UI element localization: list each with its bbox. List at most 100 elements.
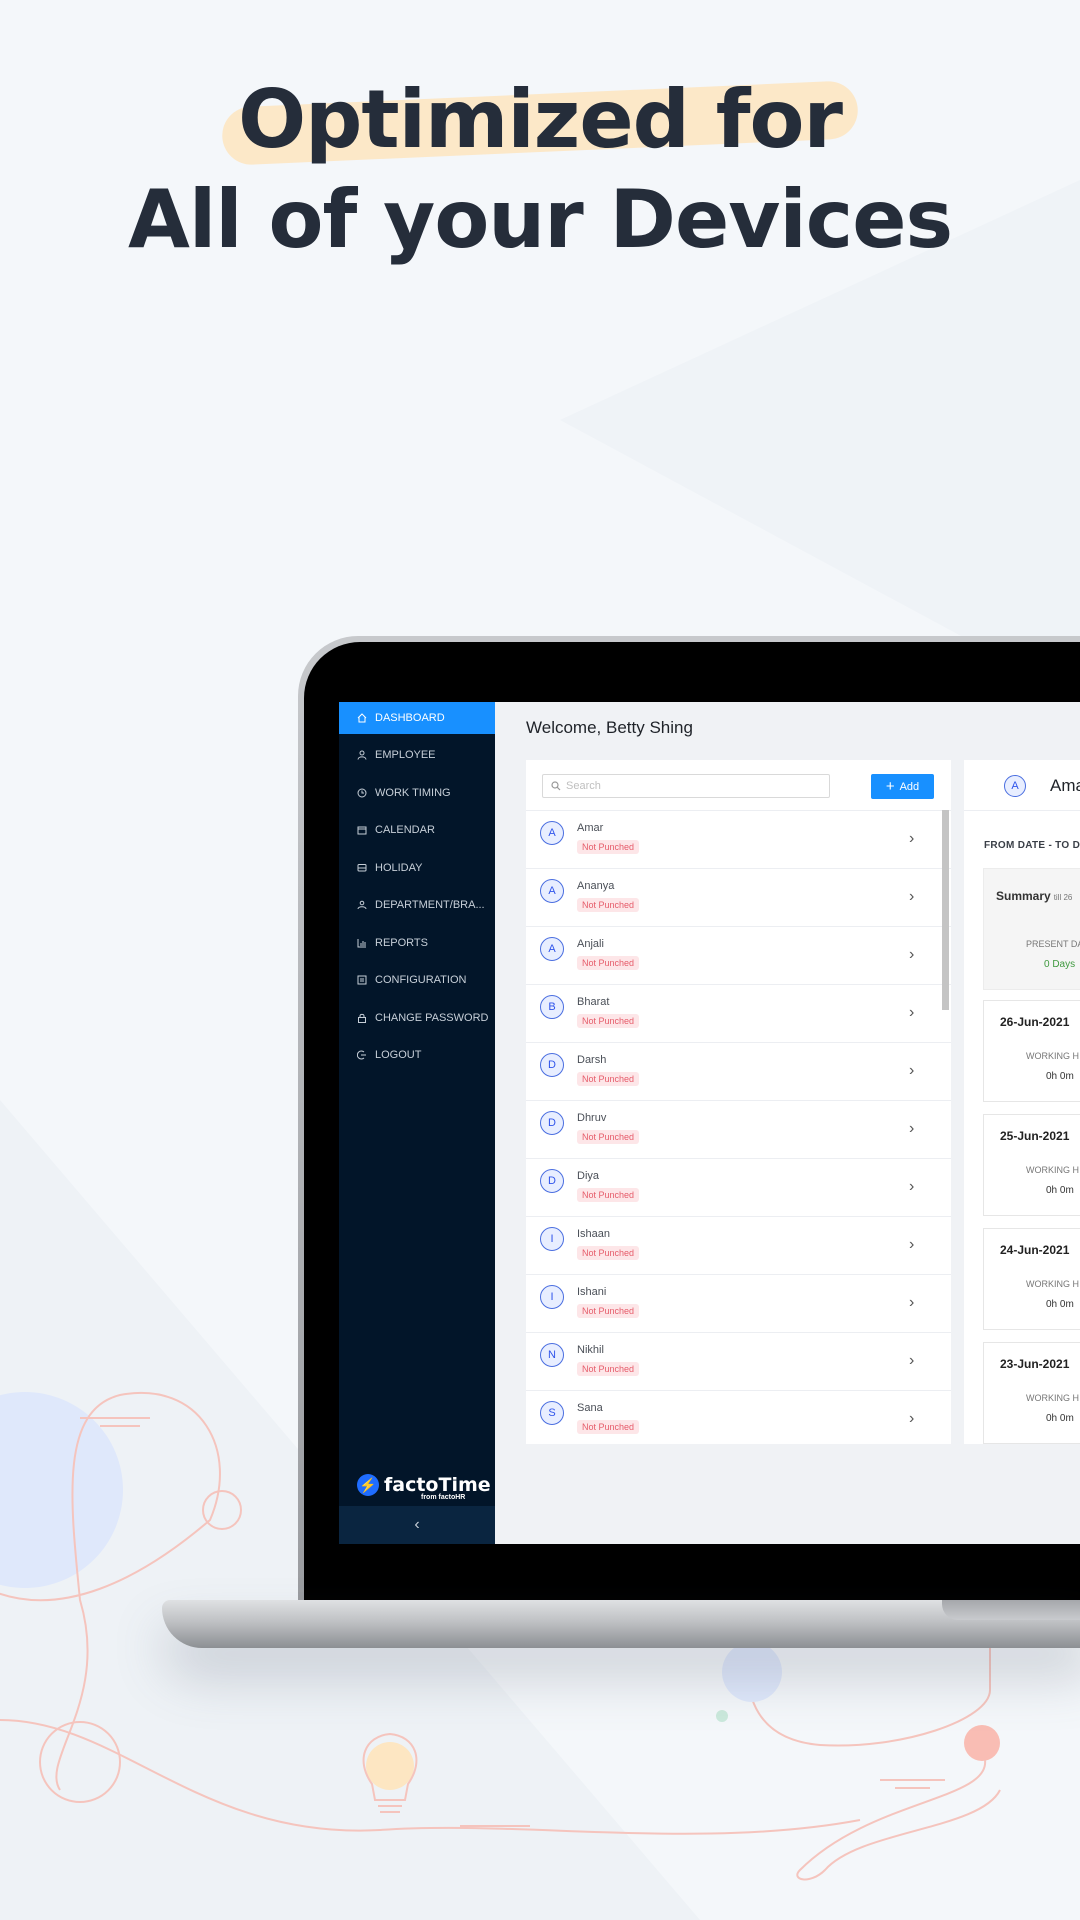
detail-employee-name: Ama bbox=[1050, 776, 1080, 795]
avatar: A bbox=[540, 937, 564, 961]
avatar: S bbox=[540, 1401, 564, 1425]
list-toolbar: Search + Add bbox=[526, 760, 951, 811]
day-card[interactable]: 26-Jun-2021 WORKING H 0h 0m bbox=[983, 1000, 1080, 1102]
brand-name: factoTime bbox=[384, 1474, 491, 1496]
day-card[interactable]: 24-Jun-2021 WORKING H 0h 0m bbox=[983, 1228, 1080, 1330]
brand-subtitle: from factoHR bbox=[421, 1494, 466, 1501]
date-range-label[interactable]: FROM DATE - TO D bbox=[984, 840, 1080, 851]
avatar: B bbox=[540, 995, 564, 1019]
chevron-right-icon[interactable]: › bbox=[909, 1352, 914, 1370]
detail-header: A Ama bbox=[964, 760, 1080, 811]
sidebar-item-change-password[interactable]: CHANGE PASSWORD bbox=[339, 1002, 495, 1034]
employee-name: Dhruv bbox=[577, 1112, 607, 1124]
status-badge: Not Punched bbox=[577, 1072, 640, 1086]
chevron-right-icon[interactable]: › bbox=[909, 1410, 914, 1428]
status-badge: Not Punched bbox=[577, 1130, 640, 1144]
bar-chart-icon bbox=[357, 938, 367, 948]
sidebar-item-employee[interactable]: EMPLOYEE bbox=[339, 739, 495, 771]
chevron-right-icon[interactable]: › bbox=[909, 830, 914, 848]
status-badge: Not Punched bbox=[577, 1014, 640, 1028]
list-item[interactable]: I Ishani Not Punched › bbox=[526, 1275, 951, 1333]
avatar: A bbox=[540, 879, 564, 903]
chevron-right-icon[interactable]: › bbox=[909, 888, 914, 906]
working-hours-value: 0h 0m bbox=[1046, 1413, 1074, 1424]
avatar: A bbox=[540, 821, 564, 845]
sidebar-item-department[interactable]: DEPARTMENT/BRA... bbox=[339, 889, 495, 921]
list-item[interactable]: D Darsh Not Punched › bbox=[526, 1043, 951, 1101]
avatar: D bbox=[540, 1053, 564, 1077]
sidebar-item-work-timing[interactable]: WORK TIMING bbox=[339, 777, 495, 809]
search-input[interactable]: Search bbox=[542, 774, 830, 798]
list-item[interactable]: S Sana Not Punched › bbox=[526, 1391, 951, 1444]
list-item[interactable]: A Anjali Not Punched › bbox=[526, 927, 951, 985]
sidebar-item-configuration[interactable]: CONFIGURATION bbox=[339, 964, 495, 996]
avatar: D bbox=[540, 1169, 564, 1193]
status-badge: Not Punched bbox=[577, 1246, 640, 1260]
sidebar-item-label: LOGOUT bbox=[375, 1049, 422, 1061]
sidebar-item-label: REPORTS bbox=[375, 937, 428, 949]
employee-name: Ishani bbox=[577, 1286, 607, 1298]
status-badge: Not Punched bbox=[577, 1188, 640, 1202]
add-button-label: Add bbox=[899, 780, 920, 793]
employee-name: Bharat bbox=[577, 996, 610, 1008]
summary-card: Summary till 26 PRESENT DA 0 Days bbox=[983, 868, 1080, 990]
logout-icon bbox=[357, 1050, 367, 1060]
laptop-base bbox=[162, 1600, 1080, 1648]
collapse-sidebar-button[interactable]: ‹ bbox=[339, 1506, 495, 1544]
sidebar-item-label: EMPLOYEE bbox=[375, 749, 436, 761]
employee-detail-panel: A Ama FROM DATE - TO D Summarytill 26 PR… bbox=[964, 760, 1080, 1444]
search-icon bbox=[551, 781, 561, 791]
chevron-right-icon[interactable]: › bbox=[909, 1062, 914, 1080]
sidebar-item-label: CALENDAR bbox=[375, 824, 435, 836]
day-card[interactable]: 25-Jun-2021 WORKING H 0h 0m bbox=[983, 1114, 1080, 1216]
list-item[interactable]: D Diya Not Punched › bbox=[526, 1159, 951, 1217]
sidebar-item-label: CHANGE PASSWORD bbox=[375, 1012, 489, 1024]
chevron-right-icon[interactable]: › bbox=[909, 1178, 914, 1196]
scrollbar[interactable] bbox=[942, 810, 949, 1010]
chevron-right-icon[interactable]: › bbox=[909, 1294, 914, 1312]
present-days-label: PRESENT DA bbox=[1026, 939, 1080, 949]
employee-name: Amar bbox=[577, 822, 604, 834]
laptop-base-notch bbox=[942, 1600, 1080, 1620]
sidebar-item-reports[interactable]: REPORTS bbox=[339, 927, 495, 959]
calendar-icon bbox=[357, 825, 367, 835]
employee-list: A Amar Not Punched › A Ananya Not Punched › A Anj… bbox=[526, 811, 951, 1444]
add-employee-button[interactable]: + Add bbox=[871, 774, 934, 799]
list-item[interactable]: B Bharat Not Punched › bbox=[526, 985, 951, 1043]
list-item[interactable]: A Amar Not Punched › bbox=[526, 811, 951, 869]
app-screen: DASHBOARD EMPLOYEE WORK TIMING CALENDAR … bbox=[339, 702, 1080, 1544]
avatar: I bbox=[540, 1285, 564, 1309]
sidebar-item-holiday[interactable]: HOLIDAY bbox=[339, 852, 495, 884]
status-badge: Not Punched bbox=[577, 1420, 640, 1434]
search-placeholder: Search bbox=[566, 780, 601, 792]
summary-title-text: Summary bbox=[996, 889, 1051, 903]
sidebar-item-label: WORK TIMING bbox=[375, 787, 451, 799]
working-hours-label: WORKING H bbox=[1026, 1393, 1079, 1403]
working-hours-label: WORKING H bbox=[1026, 1051, 1079, 1061]
team-icon bbox=[357, 900, 367, 910]
list-item[interactable]: N Nikhil Not Punched › bbox=[526, 1333, 951, 1391]
list-item[interactable]: A Ananya Not Punched › bbox=[526, 869, 951, 927]
sidebar-item-label: DASHBOARD bbox=[375, 712, 445, 724]
chevron-left-icon: ‹ bbox=[414, 1516, 420, 1533]
status-badge: Not Punched bbox=[577, 898, 640, 912]
sidebar-item-logout[interactable]: LOGOUT bbox=[339, 1039, 495, 1071]
status-badge: Not Punched bbox=[577, 1304, 640, 1318]
bolt-icon: ⚡ bbox=[357, 1474, 379, 1496]
user-icon bbox=[357, 750, 367, 760]
headline-line-1: Optimized for bbox=[238, 73, 843, 166]
sidebar-item-dashboard[interactable]: DASHBOARD bbox=[339, 702, 495, 734]
employee-name: Diya bbox=[577, 1170, 600, 1182]
list-item[interactable]: D Dhruv Not Punched › bbox=[526, 1101, 951, 1159]
list-item[interactable]: I Ishaan Not Punched › bbox=[526, 1217, 951, 1275]
employee-name: Sana bbox=[577, 1402, 603, 1414]
day-card[interactable]: 23-Jun-2021 WORKING H 0h 0m bbox=[983, 1342, 1080, 1444]
chevron-right-icon[interactable]: › bbox=[909, 1004, 914, 1022]
chevron-right-icon[interactable]: › bbox=[909, 946, 914, 964]
chevron-right-icon[interactable]: › bbox=[909, 1120, 914, 1138]
chevron-right-icon[interactable]: › bbox=[909, 1236, 914, 1254]
home-icon bbox=[357, 713, 367, 723]
working-hours-value: 0h 0m bbox=[1046, 1299, 1074, 1310]
sidebar-item-calendar[interactable]: CALENDAR bbox=[339, 814, 495, 846]
headline-line-2: All of your Devices bbox=[127, 173, 953, 266]
